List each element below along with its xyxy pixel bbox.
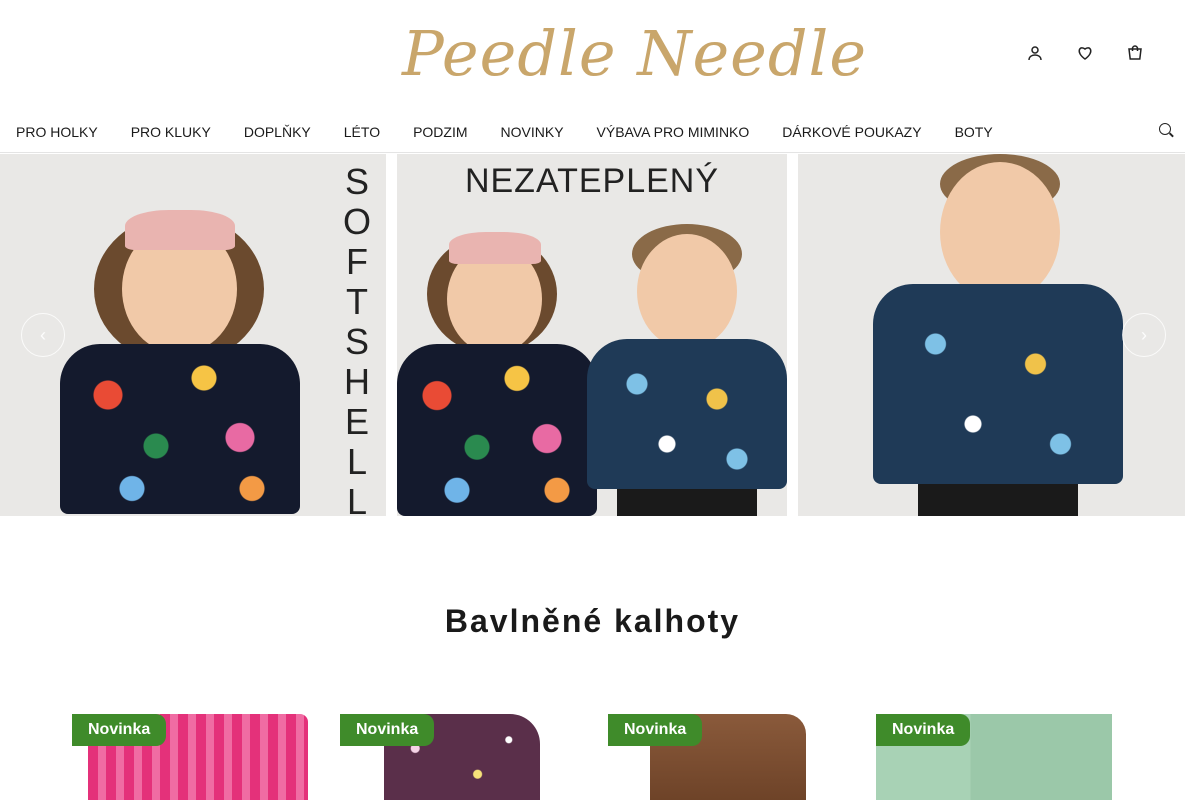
nav-item-boty[interactable]: BOTY <box>955 124 993 140</box>
nav-item-podzim[interactable]: PODZIM <box>413 124 467 140</box>
new-badge: Novinka <box>340 714 435 746</box>
hero-slide-nezatepleny[interactable]: NEZATEPLENÝ <box>397 154 787 516</box>
girl-image <box>40 174 320 516</box>
nav-item-vybava-pro-miminko[interactable]: VÝBAVA PRO MIMINKO <box>597 124 750 140</box>
new-badge: Novinka <box>608 714 703 746</box>
nav-item-pro-kluky[interactable]: PRO KLUKY <box>131 124 211 140</box>
nav-item-pro-holky[interactable]: PRO HOLKY <box>16 124 98 140</box>
cart-icon[interactable] <box>1124 42 1146 64</box>
hero-slider: S O F T S H E L L NEZATEPLENÝ ‹ › <box>0 154 1185 516</box>
site-header: Peedle Needle <box>0 0 1200 110</box>
nav-item-leto[interactable]: LÉTO <box>344 124 380 140</box>
product-card[interactable]: Novinka <box>608 714 844 800</box>
softshell-vertical-text: S O F T S H E L L <box>343 161 372 517</box>
section-title: Bavlněné kalhoty <box>444 603 741 639</box>
heart-icon[interactable] <box>1074 42 1096 64</box>
boy-image <box>858 154 1138 516</box>
nezatepleny-heading: NEZATEPLENÝ <box>464 162 720 200</box>
product-card[interactable]: Novinka <box>876 714 1112 800</box>
slider-prev-button[interactable]: ‹ <box>21 313 65 357</box>
search-icon[interactable] <box>1159 123 1171 135</box>
nav-item-doplnky[interactable]: DOPLŇKY <box>244 124 311 140</box>
girl-and-boy-image <box>397 204 787 516</box>
main-navigation: PRO HOLKY PRO KLUKY DOPLŇKY LÉTO PODZIM … <box>0 112 1185 153</box>
product-card[interactable]: Novinka <box>340 714 576 800</box>
new-badge: Novinka <box>876 714 971 746</box>
nav-item-darkove-poukazy[interactable]: DÁRKOVÉ POUKAZY <box>782 124 921 140</box>
slider-next-button[interactable]: › <box>1122 313 1166 357</box>
product-grid: Novinka Novinka Novinka Novinka <box>0 714 1200 800</box>
header-icons <box>1024 42 1146 64</box>
new-badge: Novinka <box>72 714 167 746</box>
nav-items: PRO HOLKY PRO KLUKY DOPLŇKY LÉTO PODZIM … <box>16 124 1026 140</box>
nav-item-novinky[interactable]: NOVINKY <box>501 124 564 140</box>
product-card[interactable]: Novinka <box>72 714 308 800</box>
user-icon[interactable] <box>1024 42 1046 64</box>
site-logo[interactable]: Peedle Needle <box>402 12 866 96</box>
